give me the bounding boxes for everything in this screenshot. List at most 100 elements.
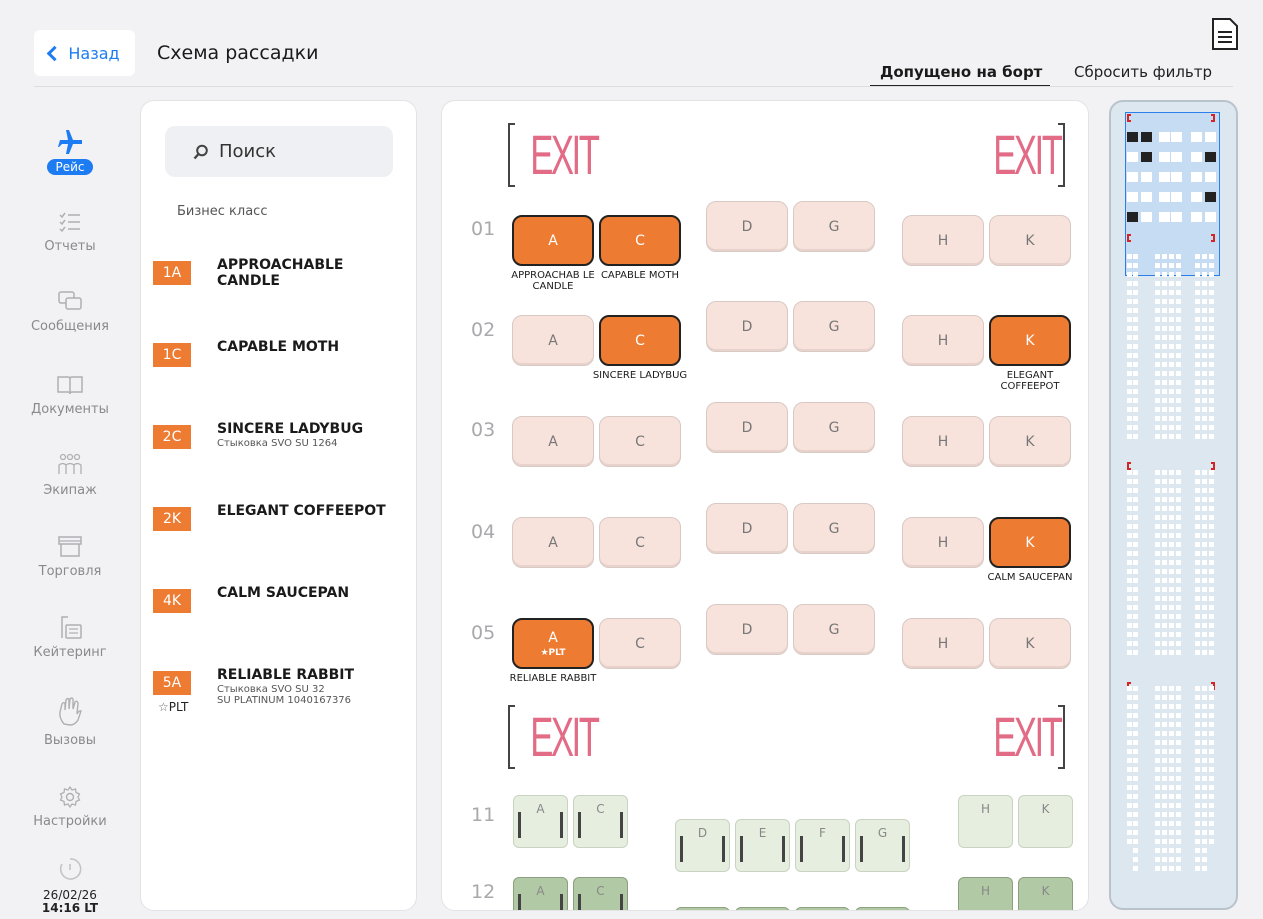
seat-03D[interactable]: D bbox=[706, 402, 788, 453]
nav-settings[interactable]: Настройки bbox=[0, 785, 140, 829]
minimap-seat bbox=[1195, 488, 1200, 493]
seat-11F[interactable]: F bbox=[795, 819, 850, 872]
reset-filter-button[interactable]: Сбросить фильтр bbox=[1074, 63, 1212, 81]
minimap-seat bbox=[1155, 785, 1160, 790]
seat-11D[interactable]: D bbox=[675, 819, 730, 872]
seat-03K[interactable]: K bbox=[989, 416, 1071, 467]
nav-flight[interactable]: Рейс bbox=[0, 128, 140, 175]
seat-02A[interactable]: A bbox=[512, 315, 594, 366]
seat-12K[interactable]: K bbox=[1018, 877, 1073, 910]
seat-02C[interactable]: C bbox=[599, 315, 681, 366]
seat-12E[interactable]: E bbox=[735, 907, 790, 910]
seat-04G[interactable]: G bbox=[793, 503, 875, 554]
seat-12F[interactable]: F bbox=[795, 907, 850, 910]
back-button[interactable]: Назад bbox=[34, 30, 135, 76]
seat-03C[interactable]: C bbox=[599, 416, 681, 467]
minimap-seat bbox=[1169, 551, 1174, 556]
seat-letter: G bbox=[828, 218, 840, 235]
seat-04K[interactable]: K bbox=[989, 517, 1071, 568]
nav-catering[interactable]: Кейтеринг bbox=[0, 614, 140, 660]
seat-02G[interactable]: G bbox=[793, 301, 875, 352]
seat-04A[interactable]: A bbox=[512, 517, 594, 568]
seat-02K[interactable]: K bbox=[989, 315, 1071, 366]
minimap-seat bbox=[1141, 132, 1152, 142]
seat-01G[interactable]: G bbox=[793, 201, 875, 252]
minimap-seat bbox=[1195, 371, 1200, 376]
minimap-seat bbox=[1209, 479, 1214, 484]
seat-01H[interactable]: H bbox=[902, 215, 984, 266]
minimap-seat bbox=[1202, 731, 1207, 736]
minimap-seat bbox=[1176, 569, 1181, 574]
seat-letter: H bbox=[937, 232, 949, 249]
cabin-minimap[interactable] bbox=[1109, 100, 1238, 910]
nav-documents[interactable]: Документы bbox=[0, 373, 140, 417]
minimap-seat bbox=[1209, 362, 1214, 367]
seat-12G[interactable]: G bbox=[855, 907, 910, 910]
seat-12C[interactable]: C bbox=[573, 877, 628, 910]
seat-01K[interactable]: K bbox=[989, 215, 1071, 266]
nav-trade[interactable]: Торговля bbox=[0, 533, 140, 579]
seat-05D[interactable]: D bbox=[706, 604, 788, 655]
seat-05H[interactable]: H bbox=[902, 618, 984, 669]
minimap-seat bbox=[1195, 731, 1200, 736]
minimap-seat bbox=[1209, 551, 1214, 556]
seat-11E[interactable]: E bbox=[735, 819, 790, 872]
nav-catering-label: Кейтеринг bbox=[33, 645, 107, 660]
seat-11C[interactable]: C bbox=[573, 795, 628, 848]
minimap-seat bbox=[1176, 650, 1181, 655]
star-icon: ★ bbox=[540, 647, 549, 658]
seat-05K[interactable]: K bbox=[989, 618, 1071, 669]
seat-03G[interactable]: G bbox=[793, 402, 875, 453]
seat-11G[interactable]: G bbox=[855, 819, 910, 872]
nav-crew[interactable]: Экипаж bbox=[0, 452, 140, 498]
filter-boarded-tab[interactable]: Допущено на борт bbox=[870, 63, 1051, 87]
minimap-seat bbox=[1133, 254, 1138, 259]
seat-02H[interactable]: H bbox=[902, 315, 984, 366]
seat-letter: H bbox=[937, 534, 949, 551]
seat-11H[interactable]: H bbox=[958, 795, 1013, 848]
seat-01C[interactable]: C bbox=[599, 215, 681, 266]
nav-reports[interactable]: Отчеты bbox=[0, 210, 140, 254]
minimap-seat bbox=[1209, 542, 1214, 547]
seat-03H[interactable]: H bbox=[902, 416, 984, 467]
seat-05G[interactable]: G bbox=[793, 604, 875, 655]
seat-01A[interactable]: A bbox=[512, 215, 594, 266]
seat-12D[interactable]: D bbox=[675, 907, 730, 910]
seat-11A[interactable]: A bbox=[513, 795, 568, 848]
minimap-seat bbox=[1169, 569, 1174, 574]
seat-12A[interactable]: A bbox=[513, 877, 568, 910]
minimap-seat bbox=[1169, 713, 1174, 718]
minimap-seat bbox=[1162, 596, 1167, 601]
seat-02D[interactable]: D bbox=[706, 301, 788, 352]
seat-04D[interactable]: D bbox=[706, 503, 788, 554]
minimap-seat bbox=[1202, 812, 1207, 817]
passenger-seat-badge: 2K bbox=[153, 507, 191, 531]
minimap-seat bbox=[1162, 794, 1167, 799]
seat-05A[interactable]: A ★PLT bbox=[512, 618, 594, 669]
minimap-seat bbox=[1127, 335, 1132, 340]
chevron-left-icon bbox=[47, 45, 63, 61]
seat-passenger-label: ELEGANT COFFEEPOT bbox=[1000, 370, 1060, 392]
nav-messages[interactable]: Сообщения bbox=[0, 290, 140, 334]
minimap-seat bbox=[1169, 614, 1174, 619]
seat-letter: H bbox=[980, 802, 991, 816]
seat-03A[interactable]: A bbox=[512, 416, 594, 467]
seat-05C[interactable]: C bbox=[599, 618, 681, 669]
minimap-seat bbox=[1162, 551, 1167, 556]
minimap-seat bbox=[1133, 335, 1138, 340]
minimap-seat bbox=[1176, 371, 1181, 376]
seat-04C[interactable]: C bbox=[599, 517, 681, 568]
seat-04H[interactable]: H bbox=[902, 517, 984, 568]
seat-01D[interactable]: D bbox=[706, 201, 788, 252]
seat-12H[interactable]: H bbox=[958, 877, 1013, 910]
minimap-seat bbox=[1195, 695, 1200, 700]
seat-11K[interactable]: K bbox=[1018, 795, 1073, 848]
passenger-seat-badge: 1A bbox=[153, 261, 191, 285]
search-input[interactable]: Поиск bbox=[165, 126, 393, 177]
minimap-seat bbox=[1209, 578, 1214, 583]
nav-calls[interactable]: Вызовы bbox=[0, 696, 140, 748]
minimap-seat bbox=[1169, 425, 1174, 430]
minimap-seat bbox=[1127, 212, 1138, 222]
seat-map[interactable]: EXIT EXIT EXIT EXIT 01 02 03 04 05 11 12… bbox=[441, 100, 1089, 911]
document-icon[interactable] bbox=[1210, 17, 1240, 51]
